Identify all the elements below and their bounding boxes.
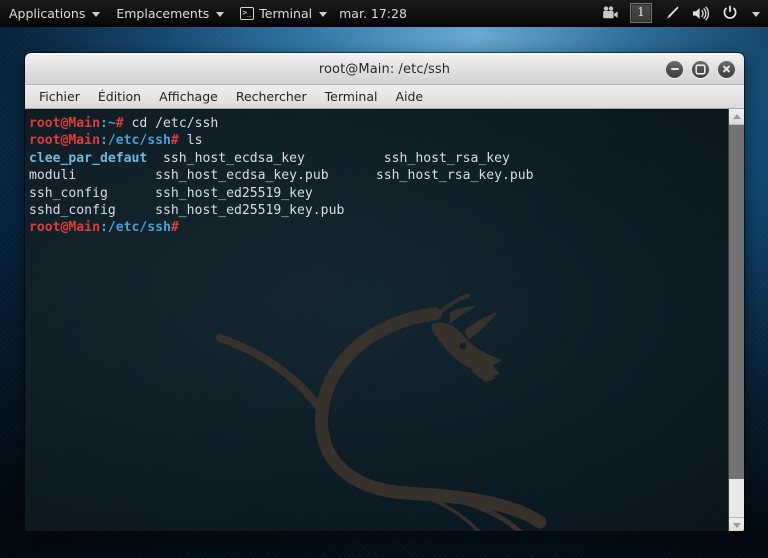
close-button[interactable] (718, 60, 735, 78)
prompt-user: root@Main (29, 133, 100, 149)
terminal-window: root@Main: /etc/ssh Fichier Édition Affi… (25, 53, 744, 531)
ls-gap (116, 203, 155, 218)
workspace-switcher[interactable]: 1 (624, 0, 658, 27)
ls-file: ssh_host_ecdsa_key (163, 150, 305, 166)
volume-button[interactable] (686, 0, 716, 27)
places-menu[interactable]: Emplacements (108, 0, 232, 27)
chevron-down-icon (752, 11, 760, 17)
maximize-icon (697, 66, 704, 73)
command-text: cd /etc/ssh (131, 116, 219, 131)
terminal-output: root@Main:~# cd /etc/ssh root@Main:/etc/… (25, 109, 728, 237)
chevron-down-icon (319, 11, 328, 17)
maximize-button[interactable] (692, 60, 709, 78)
chevron-up-icon (732, 114, 741, 119)
power-icon (723, 5, 737, 19)
terminal-scrollbar[interactable] (728, 109, 744, 531)
ls-file: ssh_host_ed25519_key (155, 185, 313, 201)
scroll-up-button[interactable] (729, 109, 744, 125)
window-controls (666, 54, 735, 84)
command-text: ls (186, 133, 203, 149)
menu-rechercher[interactable]: Rechercher (227, 87, 316, 106)
ls-file: sshd_config (29, 203, 116, 219)
applications-menu-label: Applications (9, 5, 86, 21)
ls-gap (329, 168, 376, 183)
menu-terminal[interactable]: Terminal (316, 87, 387, 106)
terminal-window-label: Terminal (259, 5, 313, 21)
ls-gap (76, 168, 155, 183)
ls-gap (147, 151, 163, 166)
ls-file: ssh_host_ed25519_key.pub (155, 203, 345, 219)
prompt-sep: : (99, 116, 108, 131)
prompt-sep: : (99, 133, 108, 149)
terminal-icon (240, 6, 255, 20)
prompt-hash: # (115, 116, 132, 131)
scrollbar-track[interactable] (729, 125, 744, 479)
desktop-screen: Applications Emplacements Terminal mar. … (0, 0, 768, 558)
terminal-canvas[interactable]: root@Main:~# cd /etc/ssh root@Main:/etc/… (25, 109, 728, 531)
prompt-hash: # (170, 133, 187, 149)
scrollbar-thumb-region[interactable] (729, 479, 744, 517)
places-menu-label: Emplacements (116, 5, 210, 21)
terminal-area: root@Main:~# cd /etc/ssh root@Main:/etc/… (25, 109, 744, 531)
minimize-icon (670, 68, 679, 70)
video-camera-icon (603, 6, 618, 19)
close-icon (722, 65, 731, 74)
minimize-button[interactable] (666, 60, 683, 78)
prompt-path: /etc/ssh (107, 220, 171, 236)
screen-recorder-button[interactable] (595, 0, 624, 27)
clock[interactable]: mar. 17:28 (335, 0, 415, 27)
ls-file: ssh_host_rsa_key.pub (375, 168, 534, 184)
volume-icon (693, 5, 710, 21)
clock-label: mar. 17:28 (339, 5, 407, 21)
prompt-path: /etc/ssh (107, 133, 171, 149)
pen-button[interactable] (658, 0, 686, 27)
menu-aide[interactable]: Aide (386, 87, 432, 106)
prompt-user: root@Main (29, 220, 100, 236)
applications-menu[interactable]: Applications (0, 0, 108, 27)
ls-directory: clee_par_defaut (29, 150, 148, 166)
kali-dragon-watermark (216, 294, 547, 531)
ls-file: moduli (29, 168, 77, 184)
ls-gap (108, 186, 155, 201)
prompt-sep: : (99, 220, 108, 236)
menu-edition[interactable]: Édition (89, 87, 150, 106)
pen-icon (667, 6, 679, 19)
ls-file: ssh_host_rsa_key (383, 150, 510, 166)
tray-menu-button[interactable] (744, 0, 762, 27)
top-panel: Applications Emplacements Terminal mar. … (0, 0, 768, 27)
ls-gap (305, 151, 384, 166)
menu-bar: Fichier Édition Affichage Rechercher Ter… (25, 85, 744, 109)
ls-file: ssh_config (29, 185, 108, 201)
workspace-indicator-1[interactable]: 1 (630, 3, 652, 23)
menu-fichier[interactable]: Fichier (30, 87, 89, 106)
ls-file: ssh_host_ecdsa_key.pub (155, 168, 329, 184)
terminal-window-menu[interactable]: Terminal (232, 0, 335, 27)
scroll-down-button[interactable] (729, 517, 744, 531)
prompt-hash: # (170, 220, 179, 236)
chevron-down-icon (732, 523, 741, 528)
menu-affichage[interactable]: Affichage (150, 87, 227, 106)
window-title: root@Main: /etc/ssh (318, 61, 451, 77)
prompt-path: ~ (107, 116, 116, 131)
chevron-down-icon (216, 11, 225, 17)
chevron-down-icon (92, 11, 101, 17)
window-titlebar[interactable]: root@Main: /etc/ssh (25, 53, 744, 85)
system-tray: 1 (595, 0, 768, 27)
prompt-user: root@Main (29, 116, 100, 131)
power-button[interactable] (716, 0, 744, 27)
